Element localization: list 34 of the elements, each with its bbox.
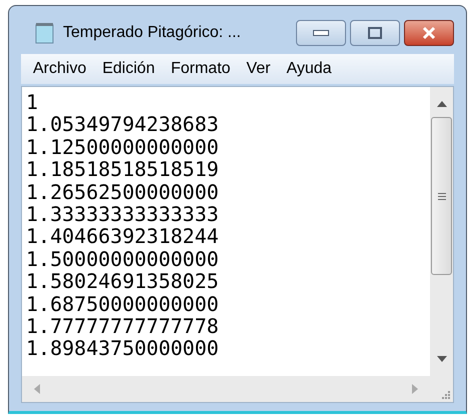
menu-item[interactable]: Archivo: [27, 57, 92, 81]
text-line: 1.05349794238683: [26, 113, 220, 136]
menu-item[interactable]: Formato: [164, 57, 236, 81]
resize-grip-icon: [440, 389, 450, 399]
text-line: 1.58024691358025: [26, 270, 220, 293]
menu-item[interactable]: Ver: [240, 57, 276, 81]
text-line: 1.12500000000000: [26, 136, 220, 158]
text-line: 1.33333333333333: [26, 203, 220, 226]
maximize-button[interactable]: [350, 20, 400, 46]
scroll-thumb[interactable]: [431, 117, 452, 275]
text-line: 1.26562500000000: [26, 180, 220, 204]
text-line: 1.50000000000000: [26, 248, 220, 270]
text-line: 1.89843750000000: [26, 337, 220, 360]
text-line: 1: [26, 91, 40, 114]
vertical-scrollbar[interactable]: [430, 87, 453, 376]
menu-item[interactable]: Edición: [96, 57, 161, 81]
text-line: 1.77777777777778: [26, 315, 220, 338]
text-line: 1.68750000000000: [26, 292, 220, 316]
horizontal-scrollbar[interactable]: [22, 376, 430, 402]
restore-icon: [368, 27, 382, 39]
scroll-up-icon: [436, 101, 446, 107]
close-icon: [421, 26, 437, 40]
scroll-left-icon: [34, 384, 40, 394]
grip-icon: [438, 192, 446, 200]
minimize-button[interactable]: [296, 20, 346, 46]
notepad-icon: [35, 22, 55, 44]
close-button[interactable]: [404, 20, 454, 46]
scroll-right-icon: [412, 384, 418, 394]
scroll-down-icon: [436, 356, 446, 362]
minimize-icon: [313, 30, 329, 36]
text-line: 1.18518518518519: [26, 158, 220, 181]
menu-item[interactable]: Ayuda: [280, 57, 338, 81]
text-line: 1.40466392318244: [26, 225, 220, 248]
window-title: Temperado Pitagórico: ...: [63, 23, 241, 43]
